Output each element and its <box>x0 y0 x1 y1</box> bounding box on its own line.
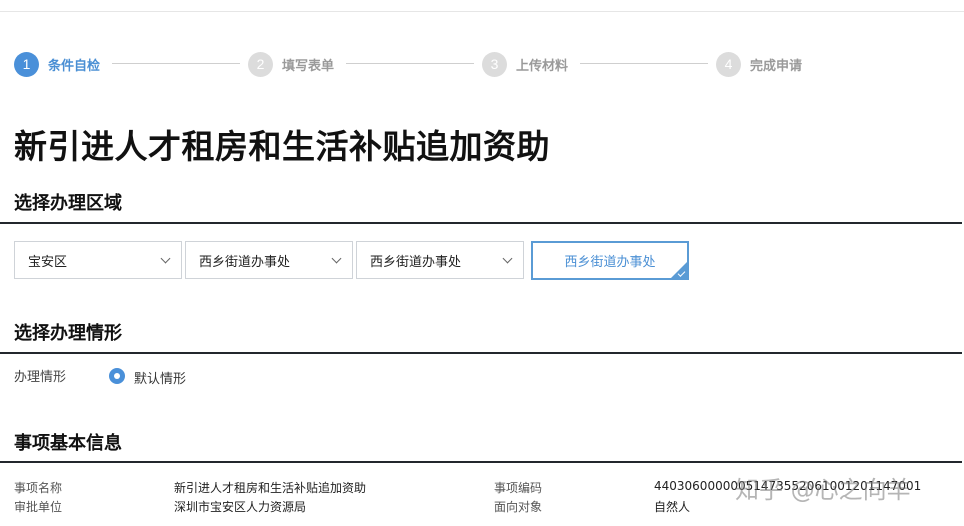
region-section-title: 选择办理区域 <box>14 193 122 214</box>
office-select-value: 西乡街道办事处 <box>370 254 462 270</box>
watermark: 知乎 @心之向羊 <box>735 476 911 504</box>
section-divider <box>0 461 962 463</box>
chevron-down-icon <box>331 253 342 264</box>
step-connector <box>346 63 474 64</box>
default-situation-radio[interactable] <box>109 368 125 384</box>
step-number: 1 <box>14 51 39 77</box>
item-name-value: 新引进人才租房和生活补贴追加资助 <box>174 481 367 495</box>
approver-value: 深圳市宝安区人力资源局 <box>174 500 307 514</box>
step-label: 条件自检 <box>48 58 101 74</box>
selected-office-label: 西乡街道办事处 <box>564 255 656 270</box>
section-divider <box>0 222 962 224</box>
step-number: 2 <box>248 51 273 77</box>
step-2: 2 填写表单 <box>248 50 334 78</box>
approver-label: 审批单位 <box>14 500 63 514</box>
section-divider <box>0 352 962 354</box>
page-title: 新引进人才租房和生活补贴追加资助 <box>14 127 550 166</box>
step-1: 1 条件自检 <box>14 50 100 78</box>
selected-office-option[interactable]: 西乡街道办事处 <box>531 241 689 280</box>
street-select-value: 西乡街道办事处 <box>199 254 291 270</box>
step-4: 4 完成申请 <box>716 50 802 78</box>
district-select[interactable]: 宝安区 <box>14 241 182 279</box>
situation-field-label: 办理情形 <box>14 370 67 385</box>
office-select[interactable]: 西乡街道办事处 <box>356 241 524 279</box>
top-bar <box>0 0 964 12</box>
step-connector <box>112 63 240 64</box>
chevron-down-icon <box>502 253 513 264</box>
district-select-value: 宝安区 <box>28 254 68 270</box>
step-3: 3 上传材料 <box>482 50 568 78</box>
radio-dot-icon <box>114 373 120 379</box>
progress-steps: 1 条件自检 2 填写表单 3 上传材料 4 完成申请 <box>14 50 964 78</box>
step-number: 3 <box>482 51 507 77</box>
audience-label: 面向对象 <box>494 500 543 514</box>
item-name-label: 事项名称 <box>14 481 63 495</box>
chevron-down-icon <box>160 253 171 264</box>
step-label: 上传材料 <box>516 58 569 74</box>
step-number: 4 <box>716 51 741 77</box>
step-connector <box>580 63 708 64</box>
audience-value: 自然人 <box>654 500 691 514</box>
step-label: 填写表单 <box>282 58 335 74</box>
step-label: 完成申请 <box>750 58 803 74</box>
street-select[interactable]: 西乡街道办事处 <box>185 241 353 279</box>
default-situation-label[interactable]: 默认情形 <box>134 368 186 387</box>
item-code-label: 事项编码 <box>494 481 543 495</box>
situation-section-title: 选择办理情形 <box>14 323 122 344</box>
info-section-title: 事项基本信息 <box>14 433 122 454</box>
